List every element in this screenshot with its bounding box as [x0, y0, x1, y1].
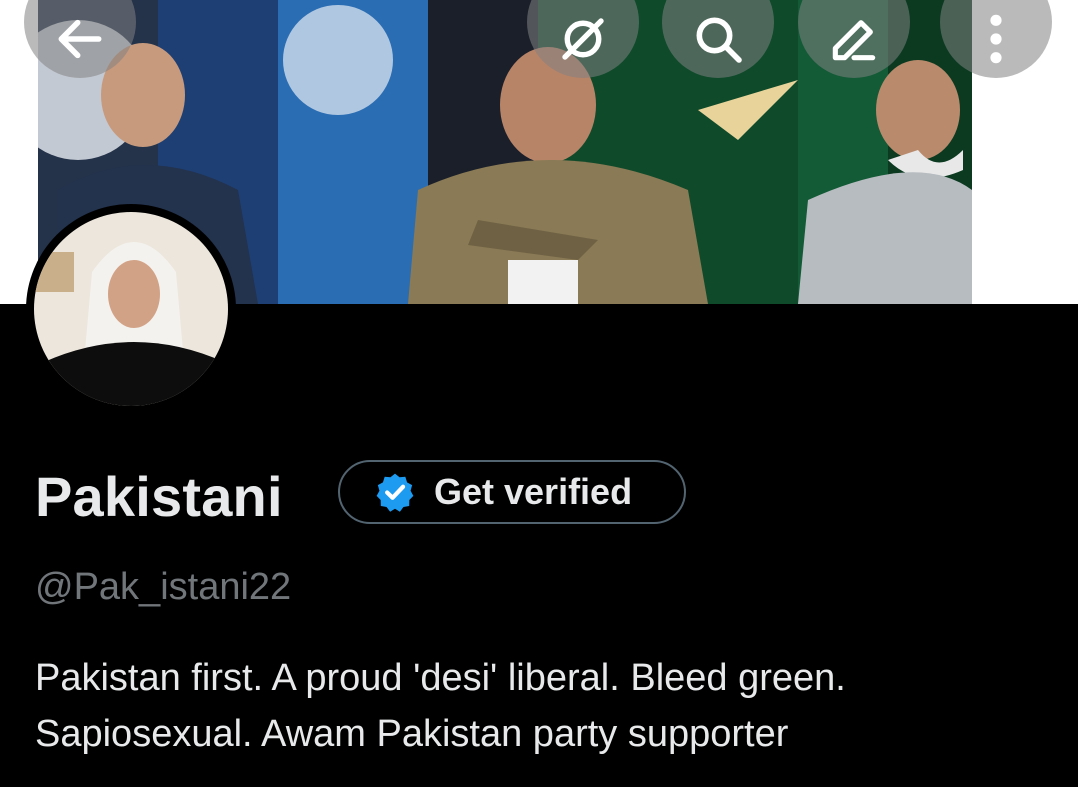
profile-bio: Pakistan first. A proud 'desi' liberal. …	[35, 650, 1055, 762]
grok-icon	[562, 18, 604, 60]
display-name: Pakistani	[35, 465, 283, 528]
avatar-image	[34, 212, 228, 406]
pencil-icon	[832, 20, 876, 61]
more-vertical-icon	[990, 14, 1002, 64]
search-icon	[696, 17, 742, 63]
username-handle: @Pak_istani22	[35, 566, 292, 608]
verified-badge-icon	[376, 473, 414, 512]
arrow-left-icon	[58, 19, 102, 59]
avatar[interactable]	[26, 204, 236, 414]
bio-line-2: Sapiosexual. Awam Pakistan party support…	[35, 713, 789, 755]
get-verified-button[interactable]: Get verified	[338, 460, 686, 524]
get-verified-label: Get verified	[434, 471, 633, 512]
bio-line-1: Pakistan first. A proud 'desi' liberal. …	[35, 657, 846, 699]
